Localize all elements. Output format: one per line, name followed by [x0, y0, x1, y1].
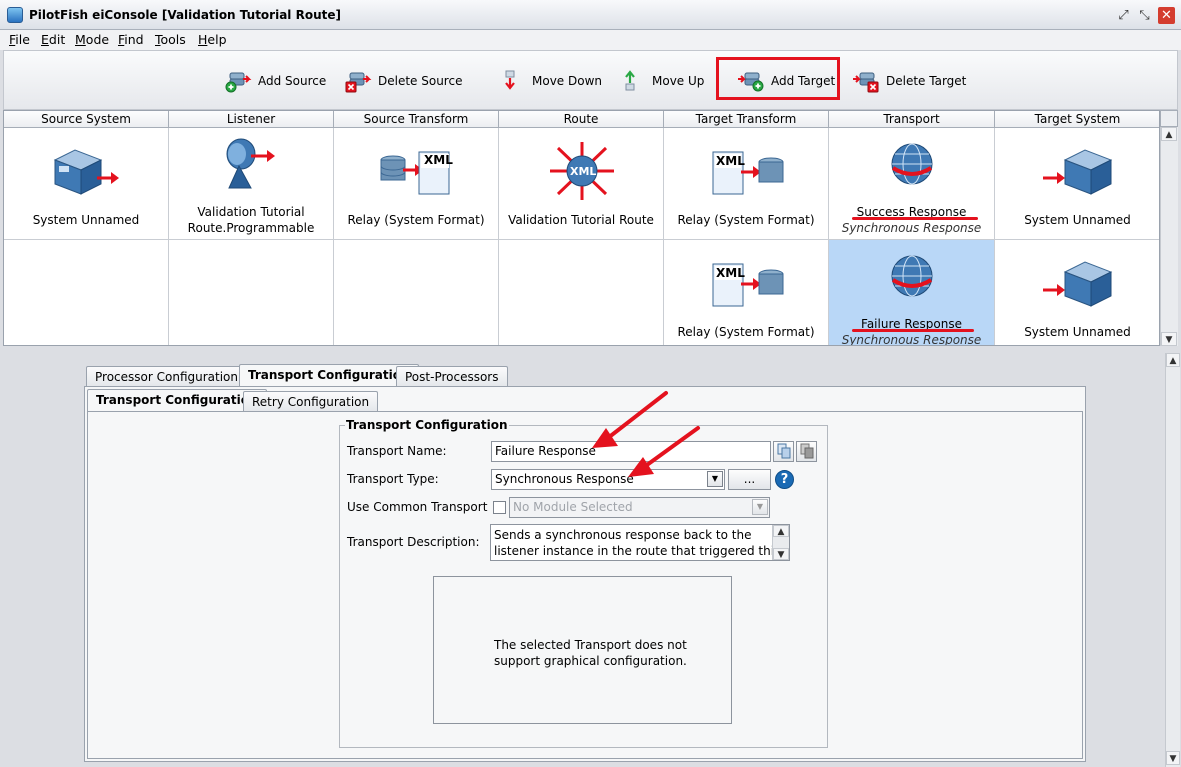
annotation-arrows	[592, 391, 700, 477]
